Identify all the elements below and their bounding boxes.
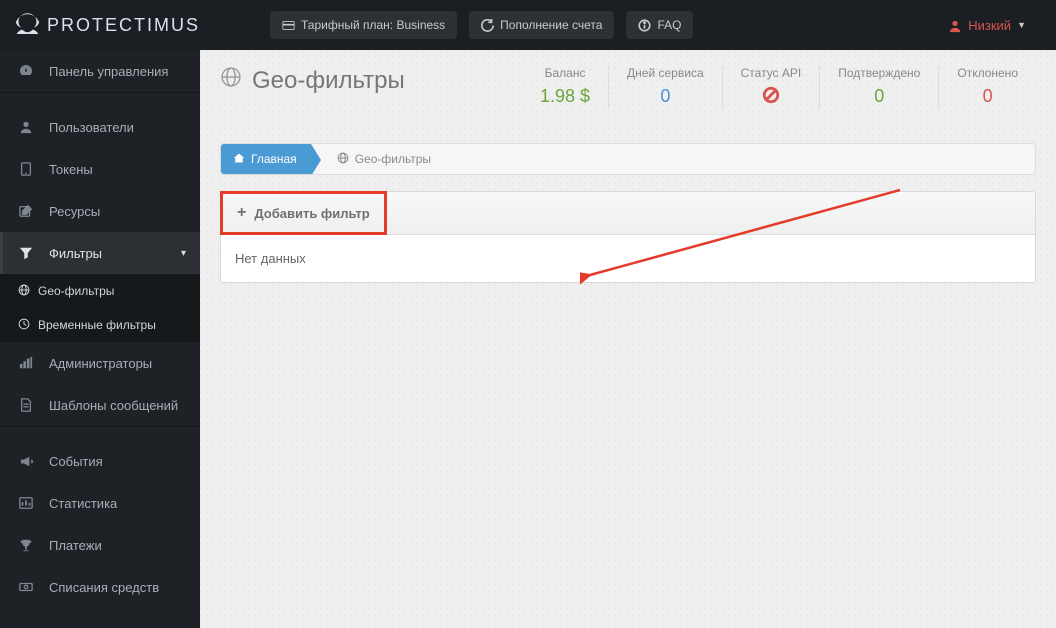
faq-button[interactable]: FAQ xyxy=(626,11,693,39)
filters-panel: + Добавить фильтр Нет данных xyxy=(220,191,1036,283)
chevron-down-icon: ▾ xyxy=(181,248,186,259)
sidebar-subitem-geo[interactable]: Geo-фильтры xyxy=(0,274,200,308)
stat-declined: Отклонено 0 xyxy=(939,66,1036,109)
sidebar-item-label: Статистика xyxy=(49,496,117,511)
sidebar-item-users[interactable]: Пользователи xyxy=(0,106,200,148)
sidebar-item-label: Платежи xyxy=(49,538,102,553)
logo-icon xyxy=(14,12,41,38)
sidebar-item-tokens[interactable]: Токены xyxy=(0,148,200,190)
info-icon xyxy=(638,18,651,32)
user-level: Низкий xyxy=(968,18,1011,33)
sidebar-subitem-label: Geo-фильтры xyxy=(38,284,114,298)
stat-approved: Подтверждено 0 xyxy=(820,66,939,109)
sidebar-item-label: Токены xyxy=(49,162,93,177)
stat-days: Дней сервиса 0 xyxy=(609,66,723,109)
breadcrumb-home[interactable]: Главная xyxy=(221,144,311,174)
user-icon xyxy=(17,120,35,134)
sidebar-item-admins[interactable]: Администраторы xyxy=(0,342,200,384)
sidebar-item-resources[interactable]: Ресурсы xyxy=(0,190,200,232)
globe-icon xyxy=(18,284,30,299)
sidebar-item-label: Администраторы xyxy=(49,356,152,371)
sidebar-item-label: Ресурсы xyxy=(49,204,100,219)
edit-icon xyxy=(17,204,35,218)
plan-label: Тарифный план: Business xyxy=(301,18,445,32)
empty-text: Нет данных xyxy=(235,251,306,266)
stat-api: Статус API xyxy=(723,66,821,109)
sidebar-item-label: Панель управления xyxy=(49,64,168,79)
user-icon xyxy=(948,17,962,33)
plus-icon: + xyxy=(237,204,246,222)
bars-icon xyxy=(17,356,35,370)
chart-icon xyxy=(17,496,35,510)
breadcrumb: Главная Geo-фильтры xyxy=(220,143,1036,175)
panel-body: Нет данных xyxy=(221,235,1035,282)
stats-bar: Баланс 1.98 $ Дней сервиса 0 Статус API … xyxy=(522,66,1036,109)
sidebar-item-filters[interactable]: Фильтры ▾ xyxy=(0,232,200,274)
main-content: Geo-фильтры Баланс 1.98 $ Дней сервиса 0… xyxy=(200,50,1056,628)
money-icon xyxy=(17,580,35,594)
sidebar-subitem-time[interactable]: Временные фильтры xyxy=(0,308,200,342)
plan-button[interactable]: Тарифный план: Business xyxy=(270,11,457,39)
trophy-icon xyxy=(17,538,35,552)
add-filter-button[interactable]: + Добавить фильтр xyxy=(220,191,387,235)
sidebar-item-events[interactable]: События xyxy=(0,440,200,482)
page-title: Geo-фильтры xyxy=(220,66,405,95)
sidebar-item-label: События xyxy=(49,454,103,469)
sidebar-item-label: Шаблоны сообщений xyxy=(49,398,178,413)
sidebar-item-label: Пользователи xyxy=(49,120,134,135)
user-menu[interactable]: Низкий ▼ xyxy=(948,17,1046,33)
breadcrumb-current[interactable]: Geo-фильтры xyxy=(327,144,431,174)
chevron-down-icon: ▼ xyxy=(1017,20,1026,30)
sidebar-item-label: Списания средств xyxy=(49,580,159,595)
home-icon xyxy=(233,152,245,167)
sidebar-subitem-label: Временные фильтры xyxy=(38,318,156,332)
sidebar-item-templates[interactable]: Шаблоны сообщений xyxy=(0,384,200,426)
sidebar: Панель управления Пользователи Токены Ре… xyxy=(0,50,200,628)
brand-logo[interactable]: protectimus xyxy=(0,0,200,50)
filter-icon xyxy=(17,246,35,260)
sidebar-item-label: Фильтры xyxy=(49,246,102,261)
ban-icon xyxy=(741,86,802,109)
sidebar-item-statistics[interactable]: Статистика xyxy=(0,482,200,524)
page-title-text: Geo-фильтры xyxy=(252,67,405,95)
refresh-icon xyxy=(481,18,494,32)
sidebar-item-dashboard[interactable]: Панель управления xyxy=(0,50,200,92)
brand-name: protectimus xyxy=(47,15,200,36)
clock-icon xyxy=(18,318,30,333)
stat-balance: Баланс 1.98 $ xyxy=(522,66,609,109)
globe-icon xyxy=(220,66,242,95)
document-icon xyxy=(17,398,35,412)
faq-label: FAQ xyxy=(657,18,681,32)
sidebar-item-payments[interactable]: Платежи xyxy=(0,524,200,566)
card-icon xyxy=(282,18,295,32)
megaphone-icon xyxy=(17,454,35,469)
globe-icon xyxy=(337,152,349,167)
dashboard-icon xyxy=(17,63,35,79)
topup-label: Пополнение счета xyxy=(500,18,602,32)
tablet-icon xyxy=(17,162,35,176)
sidebar-item-writeoffs[interactable]: Списания средств xyxy=(0,566,200,608)
topup-button[interactable]: Пополнение счета xyxy=(469,11,614,39)
